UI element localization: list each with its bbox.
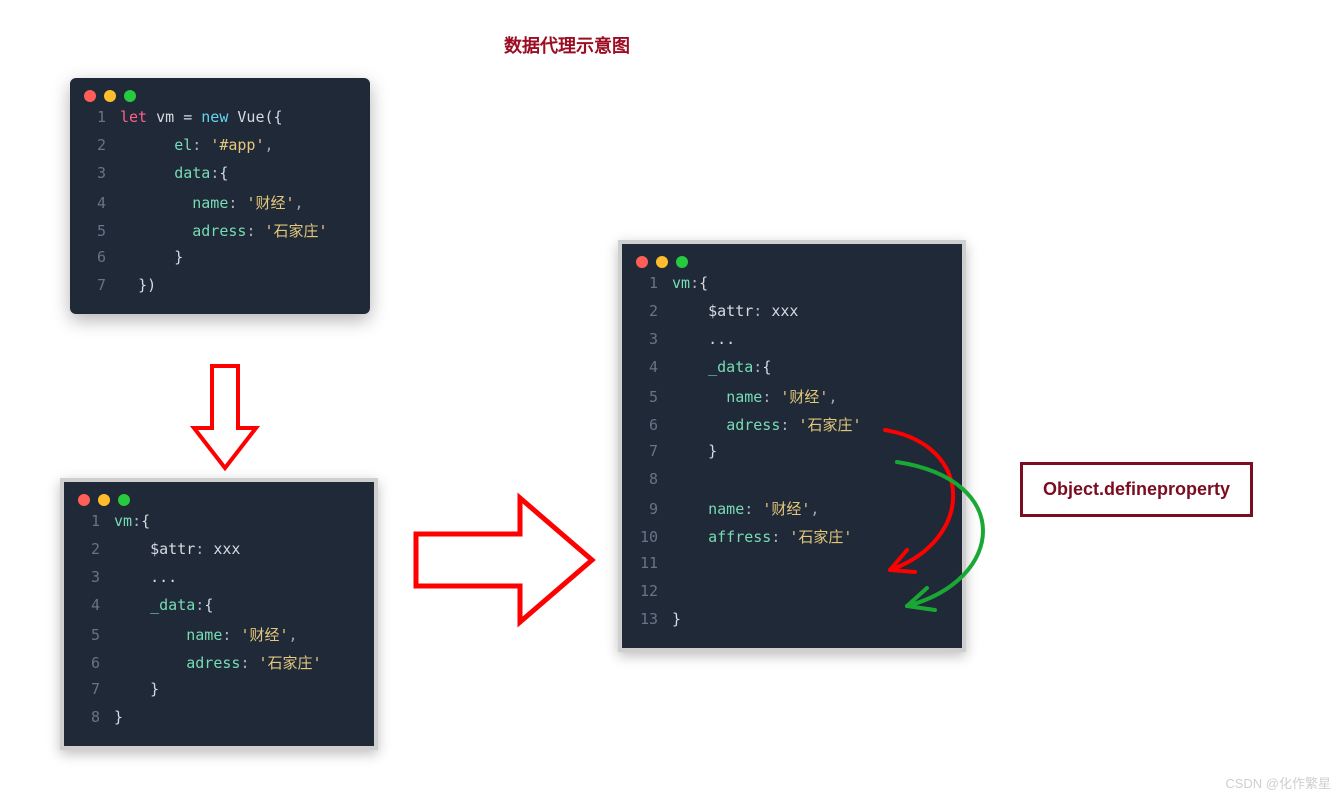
window-traffic-lights	[70, 78, 370, 108]
line-content: ...	[672, 330, 735, 348]
line-content: }	[114, 708, 123, 726]
window-traffic-lights	[64, 482, 374, 512]
line-content: }	[114, 680, 159, 698]
diagram-title: 数据代理示意图	[504, 32, 630, 58]
line-number: 5	[84, 222, 106, 240]
line-content: $attr: xxx	[114, 540, 240, 558]
close-icon	[78, 494, 90, 506]
line-number: 10	[636, 528, 658, 546]
line-number: 11	[636, 554, 658, 572]
line-content: ...	[114, 568, 177, 586]
window-traffic-lights	[622, 244, 962, 274]
code-line: 8}	[64, 708, 374, 736]
line-number: 5	[636, 388, 658, 406]
line-content: }	[672, 610, 681, 628]
line-number: 4	[84, 194, 106, 212]
line-number: 2	[78, 540, 100, 558]
line-content: adress: '石家庄'	[672, 414, 862, 435]
line-number: 3	[636, 330, 658, 348]
line-number: 3	[78, 568, 100, 586]
code-line: 2 el: '#app',	[70, 136, 370, 164]
line-content: })	[120, 276, 156, 294]
code-block-1: 1let vm = new Vue({2 el: '#app',3 data:{…	[70, 108, 370, 304]
code-line: 6 }	[70, 248, 370, 276]
line-content: adress: '石家庄'	[120, 220, 328, 241]
arrow-right-icon	[410, 490, 600, 635]
code-block-2: 1vm:{2 $attr: xxx3 ...4 _data:{5 name: '…	[64, 512, 374, 736]
line-number: 1	[78, 512, 100, 530]
line-number: 12	[636, 582, 658, 600]
code-line: 1 vm:{	[64, 512, 374, 540]
watermark: CSDN @化作繁星	[1225, 773, 1331, 792]
line-content: _data:{	[114, 596, 213, 614]
line-content: vm:{	[672, 274, 708, 292]
line-content: name: '财经',	[672, 386, 837, 407]
line-number: 3	[84, 164, 106, 182]
minimize-icon	[656, 256, 668, 268]
code-line: 2 $attr: xxx	[622, 302, 962, 330]
zoom-icon	[676, 256, 688, 268]
line-number: 5	[78, 626, 100, 644]
line-content: adress: '石家庄'	[114, 652, 322, 673]
line-content: let vm = new Vue({	[120, 108, 283, 126]
code-line: 3 ...	[64, 568, 374, 596]
line-number: 7	[84, 276, 106, 294]
code-line: 3 ...	[622, 330, 962, 358]
line-number: 6	[78, 654, 100, 672]
line-content: vm:{	[114, 512, 150, 530]
line-number: 8	[636, 470, 658, 488]
code-line: 5 name: '财经',	[64, 624, 374, 652]
line-number: 6	[84, 248, 106, 266]
code-line: 4 _data:{	[64, 596, 374, 624]
line-number: 13	[636, 610, 658, 628]
line-number: 6	[636, 416, 658, 434]
code-line: 4 name: '财经',	[70, 192, 370, 220]
code-line: 5 adress: '石家庄'	[70, 220, 370, 248]
code-line: 7 }	[64, 680, 374, 708]
code-line: 6 adress: '石家庄'	[64, 652, 374, 680]
code-line: 1 vm:{	[622, 274, 962, 302]
line-content: $attr: xxx	[672, 302, 798, 320]
line-number: 9	[636, 500, 658, 518]
line-number: 1	[84, 108, 106, 126]
close-icon	[84, 90, 96, 102]
line-number: 8	[78, 708, 100, 726]
code-line: 7 })	[70, 276, 370, 304]
line-content: }	[120, 248, 183, 266]
line-number: 4	[636, 358, 658, 376]
minimize-icon	[98, 494, 110, 506]
code-line: 4 _data:{	[622, 358, 962, 386]
line-content: el: '#app',	[120, 136, 274, 154]
line-content: }	[672, 442, 717, 460]
code-line: 1 let vm = new Vue({	[70, 108, 370, 136]
line-content: affress: '石家庄'	[672, 526, 852, 547]
line-content: data:{	[120, 164, 228, 182]
line-content: name: '财经',	[120, 192, 304, 213]
minimize-icon	[104, 90, 116, 102]
line-number: 4	[78, 596, 100, 614]
arrow-down-icon	[190, 362, 260, 479]
line-number: 7	[78, 680, 100, 698]
line-content: _data:{	[672, 358, 771, 376]
code-line: 2 $attr: xxx	[64, 540, 374, 568]
line-number: 7	[636, 442, 658, 460]
zoom-icon	[118, 494, 130, 506]
line-number: 2	[636, 302, 658, 320]
proxy-arrows	[855, 410, 1055, 645]
line-content: name: '财经',	[114, 624, 298, 645]
code-window-1: 1let vm = new Vue({2 el: '#app',3 data:{…	[70, 78, 370, 314]
line-number: 2	[84, 136, 106, 154]
line-content: name: '财经',	[672, 498, 819, 519]
close-icon	[636, 256, 648, 268]
line-number: 1	[636, 274, 658, 292]
zoom-icon	[124, 90, 136, 102]
code-line: 3 data:{	[70, 164, 370, 192]
code-window-2: 1vm:{2 $attr: xxx3 ...4 _data:{5 name: '…	[60, 478, 378, 750]
